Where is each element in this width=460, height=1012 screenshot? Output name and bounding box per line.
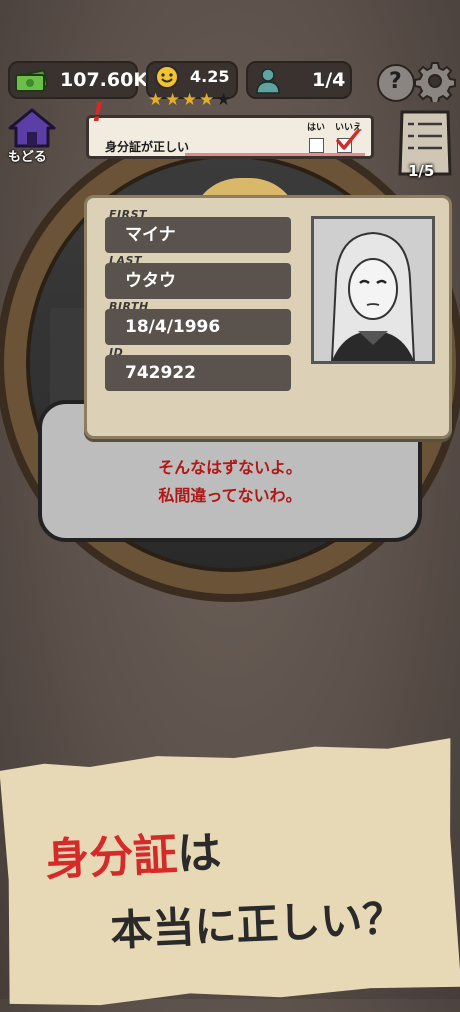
yes-checkbox[interactable] [309, 138, 324, 153]
task-underline [185, 153, 365, 156]
dialogue-line-2: 私間違ってないわ。 [158, 486, 302, 505]
gear-icon [414, 62, 456, 104]
star-icon: ★ [199, 90, 215, 110]
banner-line-2: 本当に正しい？ [109, 893, 406, 956]
banner-highlight: 身分証 [44, 829, 179, 887]
id-card[interactable]: FIRST マイナ LAST ウタウ BIRTH 18/4/1996 ID 74… [84, 195, 452, 439]
money-counter: 107.60K [8, 61, 148, 99]
field-value-id: 742922 [105, 355, 291, 391]
checklist-count: 1/5 [408, 162, 435, 180]
star-empty-icon: ★ [216, 90, 232, 110]
question-icon: ? [389, 69, 402, 94]
alert-icon: ! [92, 98, 104, 128]
home-icon [8, 108, 56, 148]
id-photo [311, 216, 435, 364]
checklist-button[interactable]: 1/5 [398, 110, 454, 184]
customer-value: 1/4 [312, 69, 346, 91]
yes-label: はい [307, 123, 326, 133]
star-icon: ★ [148, 90, 164, 110]
no-checkbox[interactable] [336, 129, 360, 153]
smiley-icon [155, 65, 179, 89]
portrait-icon [314, 219, 432, 361]
banner-line-1-rest: は [176, 827, 223, 881]
banner-line-1: 身分証は [44, 816, 223, 888]
money-value: 107.60K [60, 69, 149, 91]
cash-icon [15, 69, 48, 93]
tutorial-banner: 身分証は 本当に正しい？ [0, 730, 460, 1011]
back-button[interactable]: もどる [6, 108, 58, 166]
person-icon [256, 68, 280, 94]
settings-button[interactable] [414, 60, 456, 104]
field-value-last: ウタウ [105, 263, 291, 299]
star-icon: ★ [182, 90, 198, 110]
rating-value: 4.25 [190, 67, 230, 86]
rating-stars: ★ ★ ★ ★ ★ [148, 90, 238, 110]
star-icon: ★ [165, 90, 181, 110]
checkmark-icon [336, 129, 360, 150]
customer-counter: 1/4 [246, 61, 352, 99]
field-value-first: マイナ [105, 217, 291, 253]
task-question-panel: 身分証が正しい はい いいえ [86, 115, 374, 159]
help-button[interactable]: ? [377, 64, 415, 102]
task-question-text: 身分証が正しい [105, 140, 190, 154]
dialogue-line-1: そんなはずないよ。 [158, 458, 302, 477]
field-value-birth: 18/4/1996 [105, 309, 291, 345]
back-label: もどる [8, 150, 47, 165]
